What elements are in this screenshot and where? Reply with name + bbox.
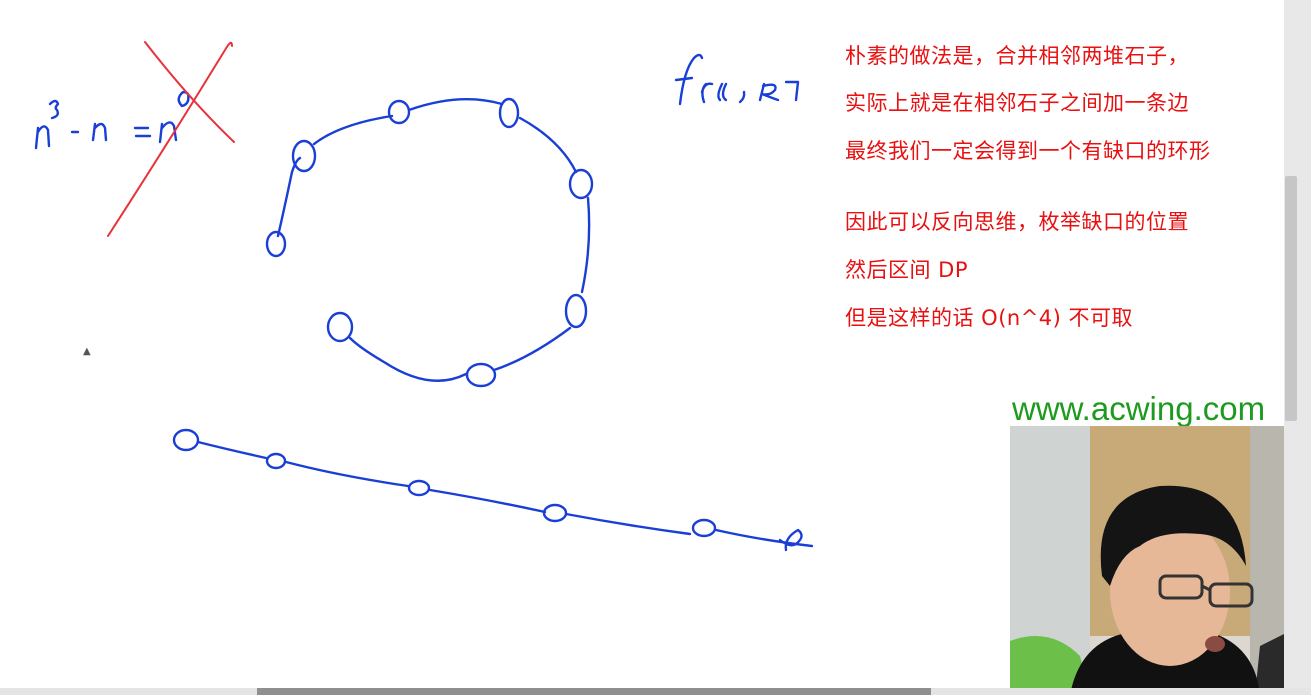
presenter-video bbox=[1010, 426, 1300, 695]
horizontal-scrollbar[interactable] bbox=[0, 688, 1311, 695]
note-line-6: 但是这样的话 O(n^4) 不可取 bbox=[845, 306, 1134, 330]
vertical-scrollbar-thumb[interactable] bbox=[1285, 176, 1297, 421]
chain-graph-sketch bbox=[172, 428, 814, 552]
webcam-overlay bbox=[1010, 426, 1300, 695]
function-notation-sketch bbox=[674, 53, 800, 106]
formula-sketch bbox=[34, 90, 190, 150]
horizontal-scrollbar-thumb[interactable] bbox=[257, 688, 931, 695]
note-line-4: 因此可以反向思维，枚举缺口的位置 bbox=[845, 210, 1189, 234]
cross-out-mark bbox=[107, 41, 235, 237]
note-line-2: 实际上就是在相邻石子之间加一条边 bbox=[845, 91, 1189, 115]
note-line-5: 然后区间 DP bbox=[845, 258, 969, 282]
note-line-3: 最终我们一定会得到一个有缺口的环形 bbox=[845, 139, 1211, 163]
ring-graph-sketch bbox=[265, 97, 594, 388]
note-line-1: 朴素的做法是，合并相邻两堆石子， bbox=[845, 44, 1189, 68]
watermark: www.acwing.com bbox=[1012, 390, 1266, 427]
pen-cursor-icon: ▲ bbox=[83, 346, 91, 357]
vertical-scrollbar[interactable] bbox=[1284, 0, 1311, 695]
